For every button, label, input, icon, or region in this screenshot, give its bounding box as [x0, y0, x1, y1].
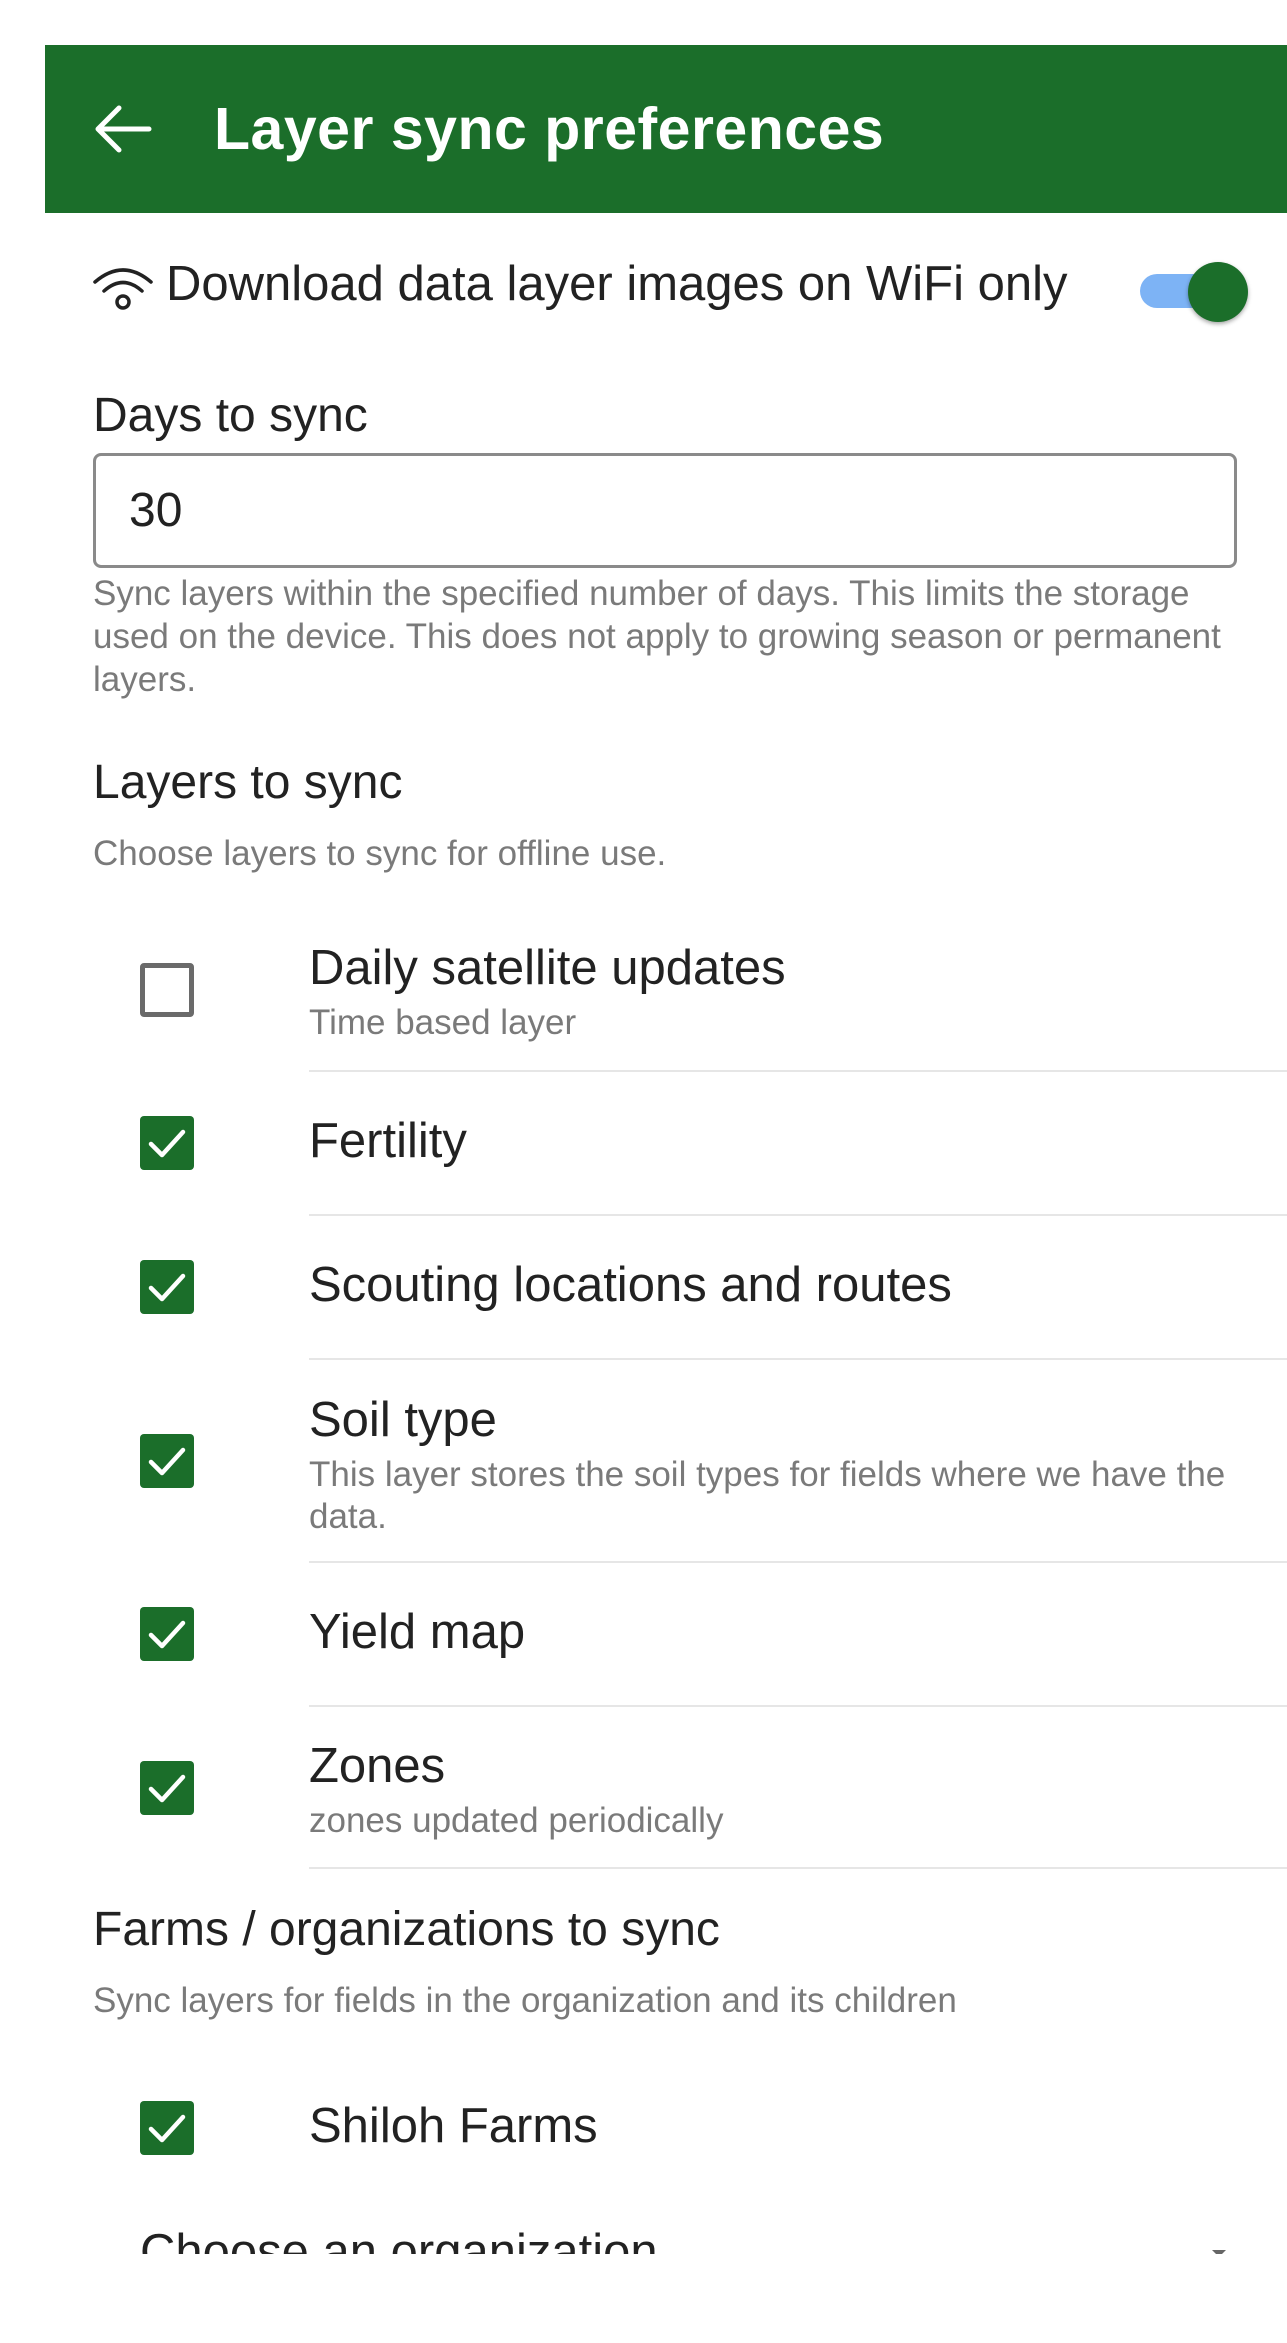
toggle-thumb: [1188, 262, 1248, 322]
wifi-icon: [93, 268, 153, 310]
farm-title: Shiloh Farms: [309, 2099, 598, 2153]
divider: [309, 1867, 1287, 1869]
layer-title: Fertility: [309, 1114, 467, 1168]
check-icon: [148, 1774, 186, 1803]
layer-checkbox[interactable]: [140, 963, 194, 1017]
layer-checkbox[interactable]: [140, 1607, 194, 1661]
check-icon: [148, 1447, 186, 1476]
layer-subtitle: This layer stores the soil types for fie…: [309, 1455, 1226, 1536]
choose-organization-dropdown[interactable]: Choose an organization: [140, 2218, 658, 2254]
layer-title: Zones: [309, 1739, 446, 1793]
check-icon: [148, 1129, 186, 1158]
farms-to-sync-heading: Farms / organizations to sync: [93, 1903, 720, 1956]
days-to-sync-input[interactable]: [93, 453, 1237, 568]
chevron-down-icon: [1212, 2240, 1226, 2254]
layer-checkbox[interactable]: [140, 1260, 194, 1314]
choose-organization-label: Choose an organization: [140, 2225, 658, 2254]
arrow-left-icon: [95, 105, 152, 153]
layer-subtitle: Time based layer: [309, 1003, 577, 1042]
days-to-sync-label: Days to sync: [93, 389, 368, 442]
layer-subtitle: zones updated periodically: [309, 1801, 724, 1840]
layer-title: Yield map: [309, 1605, 526, 1659]
layer-title: Soil type: [309, 1393, 497, 1447]
app-bar: Layer sync preferences: [45, 45, 1287, 213]
layer-item-fertility[interactable]: Fertility: [0, 1072, 1287, 1214]
farm-item-shiloh-farms[interactable]: Shiloh Farms: [0, 2080, 1287, 2200]
layer-checkbox[interactable]: [140, 1116, 194, 1170]
check-icon: [148, 2114, 186, 2143]
layers-to-sync-helper: Choose layers to sync for offline use.: [93, 834, 667, 873]
check-icon: [148, 1273, 186, 1302]
farm-checkbox[interactable]: [140, 2101, 194, 2155]
page-title: Layer sync preferences: [214, 96, 885, 162]
wifi-only-label: Download data layer images on WiFi only: [166, 257, 1068, 311]
layer-checkbox[interactable]: [140, 1761, 194, 1815]
farms-to-sync-helper: Sync layers for fields in the organizati…: [93, 1981, 957, 2020]
layer-item-yield-map[interactable]: Yield map: [0, 1563, 1287, 1705]
layer-item-scouting[interactable]: Scouting locations and routes: [0, 1216, 1287, 1358]
layer-item-soil-type[interactable]: Soil type This layer stores the soil typ…: [0, 1360, 1287, 1560]
days-to-sync-helper: Sync layers within the specified number …: [93, 574, 1221, 699]
layer-checkbox[interactable]: [140, 1434, 194, 1488]
layer-item-zones[interactable]: Zones zones updated periodically: [0, 1707, 1287, 1867]
layer-title: Daily satellite updates: [309, 941, 786, 995]
layer-title: Scouting locations and routes: [309, 1258, 952, 1312]
layer-item-daily-satellite[interactable]: Daily satellite updates Time based layer: [0, 930, 1287, 1070]
check-icon: [148, 1620, 186, 1649]
layers-to-sync-heading: Layers to sync: [93, 756, 403, 809]
wifi-only-toggle[interactable]: [1130, 258, 1250, 322]
wifi-only-setting: Download data layer images on WiFi only: [90, 250, 1248, 330]
back-button[interactable]: [87, 93, 159, 165]
